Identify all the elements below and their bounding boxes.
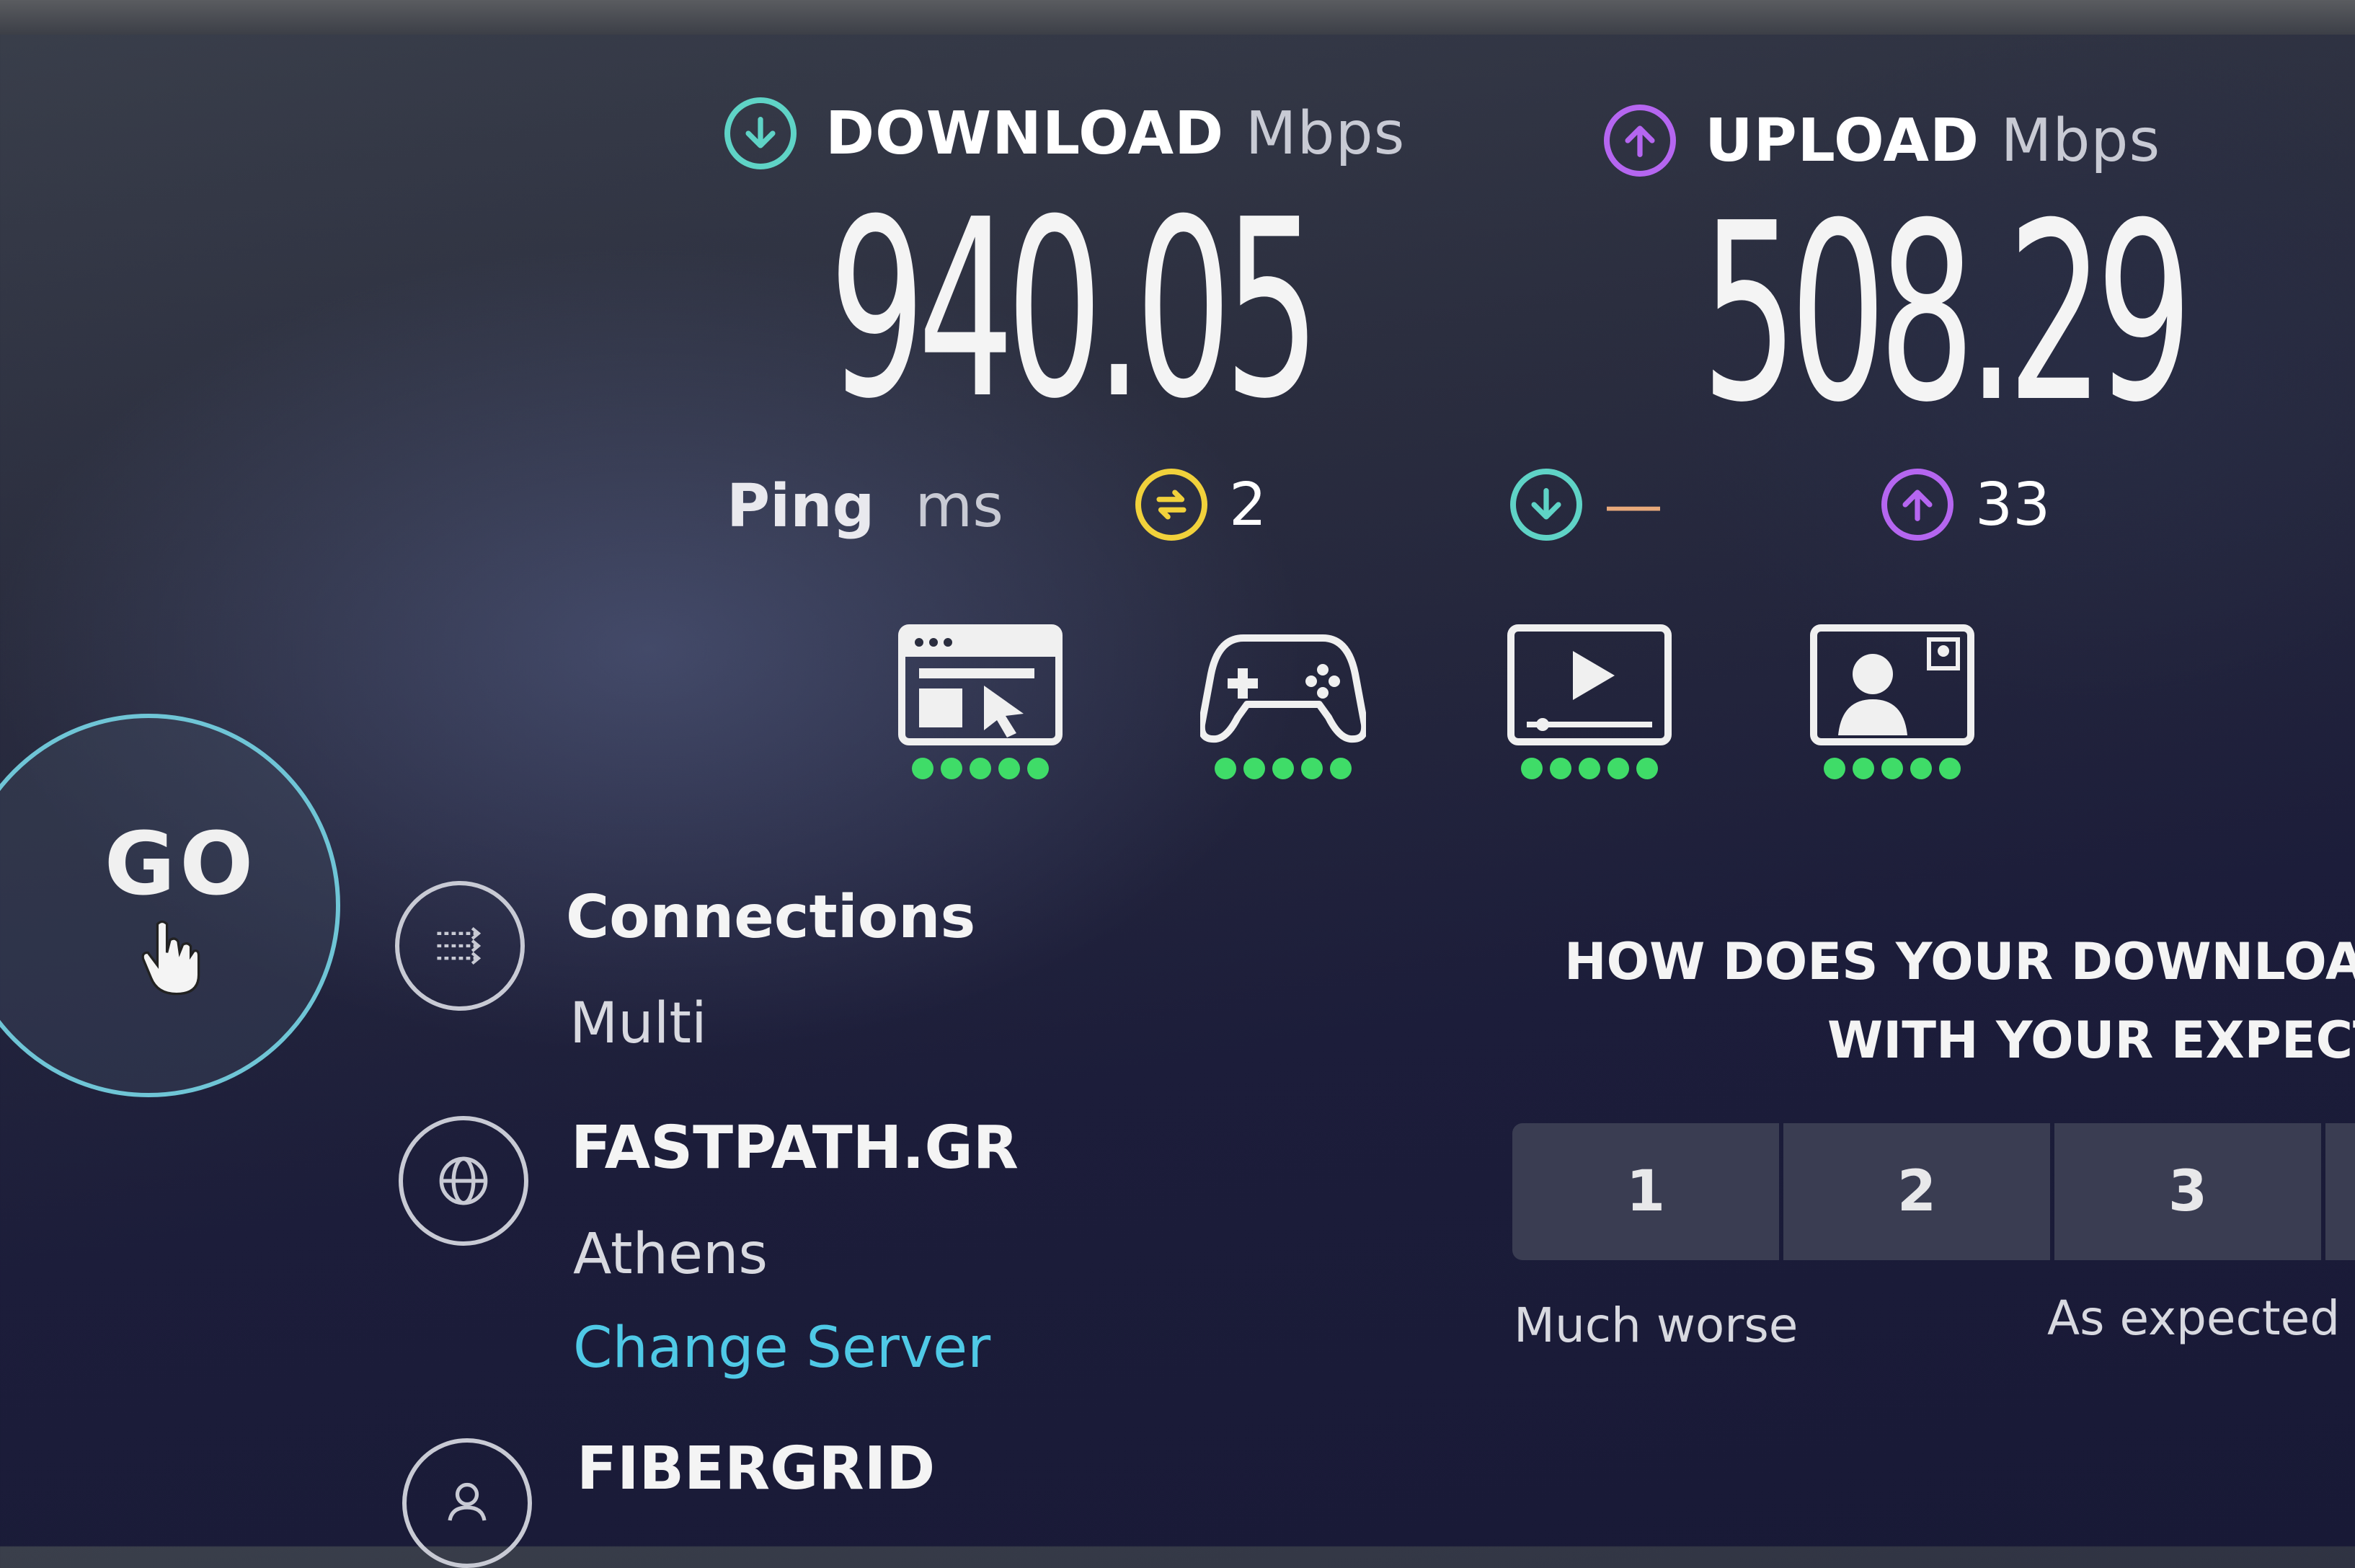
ping-label: Ping xyxy=(727,472,875,541)
download-value: 940.05 xyxy=(829,167,1321,453)
upload-unit: Mbps xyxy=(2000,106,2161,175)
connections-value: Multi xyxy=(569,991,707,1056)
idle-ping-icon xyxy=(1135,469,1207,541)
rating-dot xyxy=(1824,758,1845,779)
rating-option-3[interactable]: 3 xyxy=(2054,1123,2321,1260)
upload-ping-icon xyxy=(1881,469,1953,541)
user-icon xyxy=(402,1438,532,1568)
upload-label: UPLOAD xyxy=(1705,106,1980,175)
connections-title: Connections xyxy=(566,883,976,952)
rating-option-1[interactable]: 1 xyxy=(1512,1123,1779,1260)
ping-idle-value: 2 xyxy=(1229,470,1267,539)
rating-dot xyxy=(941,758,962,779)
ping-label-group: Ping ms xyxy=(727,472,1003,541)
arrow-down-circle-icon xyxy=(724,97,797,169)
rating-dot xyxy=(1910,758,1932,779)
rating-dot xyxy=(1301,758,1323,779)
survey-rating-scale: 1 2 3 xyxy=(1512,1123,2355,1260)
video-player-icon xyxy=(1507,624,1672,746)
rating-dot xyxy=(1521,758,1543,779)
survey-question: HOW DOES YOUR DOWNLOAD WITH YOUR EXPECTA xyxy=(1564,923,2355,1079)
arrow-up-circle-icon xyxy=(1604,105,1676,177)
rating-option-4-partial[interactable] xyxy=(2325,1123,2355,1260)
rating-dot xyxy=(1881,758,1903,779)
hand-cursor-icon xyxy=(141,920,200,995)
provider-name: FIBERGRID xyxy=(577,1435,936,1503)
videochat-rating-dots xyxy=(1809,758,1975,779)
connections-icon xyxy=(395,881,525,1011)
download-section: DOWNLOAD Mbps xyxy=(724,97,1405,169)
download-label: DOWNLOAD xyxy=(825,99,1225,168)
go-button-label: GO xyxy=(104,814,258,915)
rating-dot xyxy=(1939,758,1961,779)
download-header: DOWNLOAD Mbps xyxy=(724,97,1405,169)
browser-window-icon xyxy=(897,624,1063,746)
download-ping-icon xyxy=(1510,469,1582,541)
rating-dot xyxy=(1550,758,1571,779)
survey-label-as-expected: As expected xyxy=(2047,1290,2341,1346)
ping-upload-value: 33 xyxy=(1975,470,2051,539)
rating-dot xyxy=(1579,758,1600,779)
rating-dot xyxy=(912,758,933,779)
rating-dot xyxy=(1215,758,1236,779)
app-rating-web xyxy=(897,624,1063,779)
rating-dot xyxy=(1272,758,1294,779)
rating-dot xyxy=(998,758,1020,779)
download-unit: Mbps xyxy=(1245,99,1406,168)
screen-bezel xyxy=(0,0,2355,35)
game-controller-icon xyxy=(1200,624,1366,746)
ping-upload: 33 xyxy=(1881,469,2050,541)
upload-section: UPLOAD Mbps xyxy=(1604,105,2160,177)
video-call-icon xyxy=(1809,624,1975,746)
rating-dot xyxy=(1330,758,1352,779)
video-rating-dots xyxy=(1507,758,1672,779)
rating-dot xyxy=(1607,758,1629,779)
rating-dot xyxy=(1243,758,1265,779)
rating-option-2[interactable]: 2 xyxy=(1783,1123,2050,1260)
rating-dot xyxy=(1853,758,1874,779)
survey-question-line2: WITH YOUR EXPECTA xyxy=(1827,1010,2355,1070)
ping-download: — xyxy=(1510,469,1663,541)
app-rating-videochat xyxy=(1809,624,1975,779)
rating-dot xyxy=(970,758,991,779)
survey-question-line1: HOW DOES YOUR DOWNLOAD xyxy=(1564,932,2355,991)
app-rating-video xyxy=(1507,624,1672,779)
go-button[interactable]: GO xyxy=(0,714,340,1097)
web-rating-dots xyxy=(897,758,1063,779)
change-server-link[interactable]: Change Server xyxy=(573,1316,990,1381)
ping-unit: ms xyxy=(915,472,1003,541)
ping-download-value: — xyxy=(1604,470,1663,539)
rating-dot xyxy=(1636,758,1658,779)
server-location: Athens xyxy=(573,1222,768,1287)
gaming-rating-dots xyxy=(1200,758,1366,779)
upload-value: 508.29 xyxy=(1701,171,2193,456)
survey-label-much-worse: Much worse xyxy=(1514,1298,1799,1353)
globe-icon xyxy=(399,1116,528,1246)
upload-header: UPLOAD Mbps xyxy=(1604,105,2160,177)
rating-dot xyxy=(1027,758,1049,779)
server-name: FASTPATH.GR xyxy=(571,1114,1019,1182)
app-rating-gaming xyxy=(1200,624,1366,779)
ping-idle: 2 xyxy=(1135,469,1267,541)
